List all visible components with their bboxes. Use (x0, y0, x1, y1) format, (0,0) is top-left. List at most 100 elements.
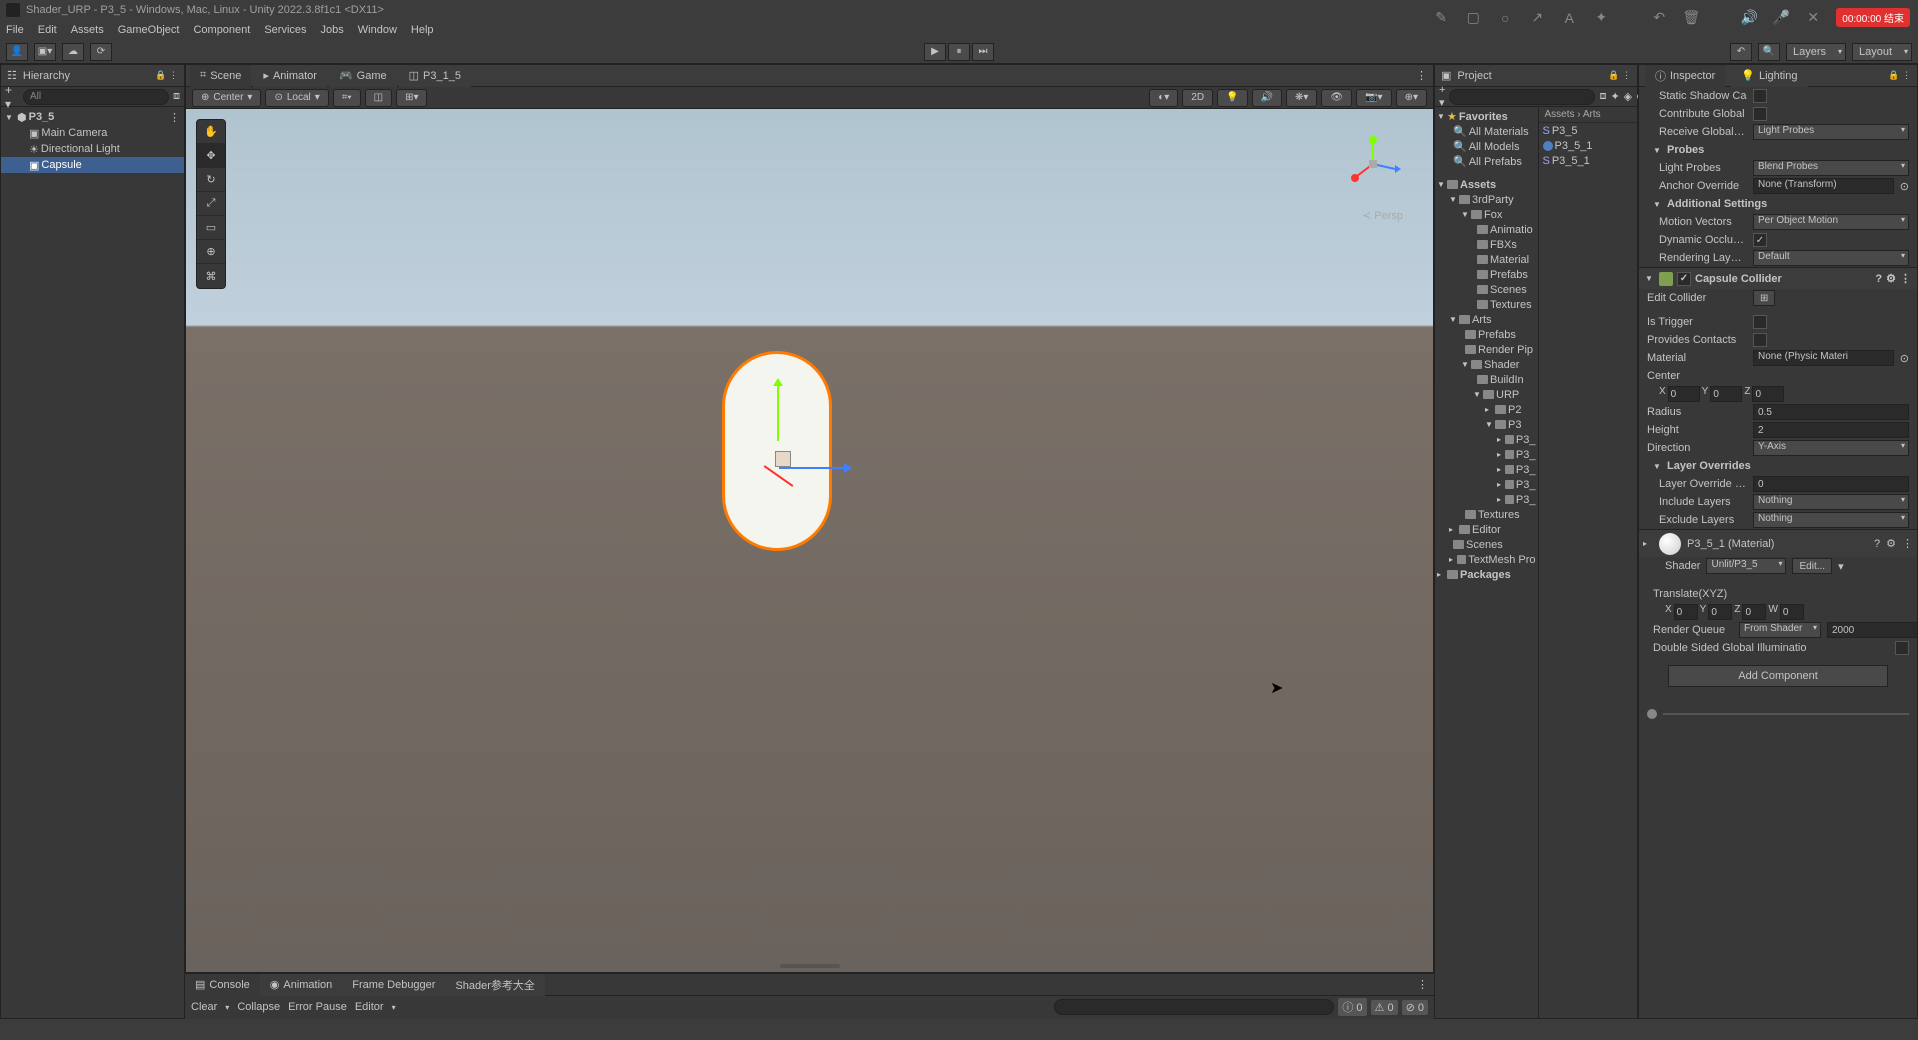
text-icon[interactable]: A (1560, 9, 1578, 27)
preview-slider-handle[interactable] (1647, 709, 1657, 719)
folder-buildin[interactable]: BuildIn (1437, 372, 1536, 387)
recording-badge[interactable]: 00:00:00 结束 (1836, 8, 1910, 27)
fav-all-models[interactable]: 🔍All Models (1437, 139, 1536, 154)
menu-window[interactable]: Window (358, 24, 397, 36)
tab-lighting[interactable]: 💡Lighting (1731, 65, 1807, 87)
folder-scenes[interactable]: Scenes (1437, 282, 1536, 297)
center-x-field[interactable] (1668, 386, 1700, 402)
folder-p3b[interactable]: ▸P3_ (1437, 447, 1536, 462)
scene-menu-icon[interactable]: ⋮ (169, 111, 180, 124)
include-layers-dropdown[interactable]: Nothing (1753, 494, 1909, 510)
menu-component[interactable]: Component (193, 24, 250, 36)
pivot-mode-dropdown[interactable]: ⊕Center▾ (192, 89, 261, 107)
menu-gameobject[interactable]: GameObject (118, 24, 180, 36)
assets-folder[interactable]: ▼Assets (1437, 177, 1536, 192)
exclude-layers-dropdown[interactable]: Nothing (1753, 512, 1909, 528)
material-help-icon[interactable]: ? (1874, 538, 1880, 550)
hierarchy-search[interactable] (23, 89, 169, 105)
hierarchy-item-camera[interactable]: ▣ Main Camera (1, 125, 184, 141)
recv-global-dropdown[interactable]: Light Probes (1753, 124, 1909, 140)
collapse-button[interactable]: Collapse (237, 1001, 280, 1013)
folder-fox[interactable]: ▼Fox (1437, 207, 1536, 222)
layers-dropdown[interactable]: Layers (1786, 43, 1846, 61)
account-icon[interactable]: 👤 (6, 43, 28, 61)
tab-shaderref[interactable]: Shader参考大全 (445, 974, 544, 996)
close-x-icon[interactable]: ✕ (1804, 9, 1822, 27)
menu-edit[interactable]: Edit (38, 24, 57, 36)
trash-icon[interactable]: 🗑 (1682, 9, 1700, 27)
magic-icon[interactable]: ✦ (1592, 9, 1610, 27)
addl-settings-header[interactable]: Additional Settings (1667, 198, 1767, 210)
pencil-icon[interactable]: ✎ (1432, 9, 1450, 27)
gizmos-toggle-icon[interactable]: ⊕▾ (1396, 89, 1427, 107)
is-trigger-checkbox[interactable] (1753, 315, 1767, 329)
editor-dropdown[interactable]: Editor (355, 1001, 384, 1013)
step-button[interactable]: ⏭ (972, 43, 994, 61)
motion-vectors-dropdown[interactable]: Per Object Motion (1753, 214, 1909, 230)
tab-animation[interactable]: ◉Animation (260, 974, 343, 996)
direction-dropdown[interactable]: Y-Axis (1753, 440, 1909, 456)
console-search[interactable] (1054, 999, 1334, 1015)
snap-toggle-icon[interactable]: ⊞▾ (396, 89, 427, 107)
preview-slider-track[interactable] (1663, 713, 1909, 715)
menu-file[interactable]: File (6, 24, 24, 36)
height-field[interactable] (1753, 422, 1909, 438)
hierarchy-filter-icon[interactable]: ⧈ (173, 90, 180, 103)
menu-services[interactable]: Services (264, 24, 306, 36)
center-z-field[interactable] (1752, 386, 1784, 402)
render-queue-number[interactable] (1827, 622, 1917, 638)
tab-scene[interactable]: ⌗Scene (190, 65, 251, 87)
tab-game[interactable]: 🎮Game (329, 65, 397, 87)
folder-3rdparty[interactable]: ▼3rdParty (1437, 192, 1536, 207)
folder-p3c[interactable]: ▸P3_ (1437, 462, 1536, 477)
dyn-occlusion-checkbox[interactable]: ✓ (1753, 233, 1767, 247)
folder-animatio[interactable]: Animatio (1437, 222, 1536, 237)
clear-button[interactable]: Clear (191, 1001, 217, 1013)
transform-tool-icon[interactable]: ⊕ (197, 240, 225, 264)
folder-editor[interactable]: ▸Editor (1437, 522, 1536, 537)
folder-renderpip[interactable]: Render Pip (1437, 342, 1536, 357)
move-tool-icon[interactable]: ✥ (197, 144, 225, 168)
undo-icon[interactable]: ↶ (1650, 9, 1668, 27)
anchor-override-field[interactable]: None (Transform) (1753, 178, 1894, 194)
capsule-gameobject[interactable] (722, 351, 832, 551)
folder-shader[interactable]: ▼Shader (1437, 357, 1536, 372)
folder-p3[interactable]: ▼P3 (1437, 417, 1536, 432)
grid-snap-icon[interactable]: ⌗▾ (333, 89, 361, 107)
asset-p351-shader[interactable]: S P3_5_1 (1539, 153, 1638, 168)
info-count-icon[interactable]: ⓘ 0 (1338, 998, 1366, 1016)
layer-override-pri-field[interactable] (1753, 476, 1909, 492)
gizmo-center[interactable] (775, 451, 791, 467)
physics-material-field[interactable]: None (Physic Materi (1753, 350, 1894, 366)
static-shadow-checkbox[interactable] (1753, 89, 1767, 103)
scene-tabs-menu-icon[interactable]: ⋮ (1416, 69, 1433, 82)
render-queue-dropdown[interactable]: From Shader (1739, 622, 1821, 638)
rect-tool-icon[interactable]: ▭ (197, 216, 225, 240)
fav-all-prefabs[interactable]: 🔍All Prefabs (1437, 154, 1536, 169)
layout-dropdown[interactable]: Layout (1852, 43, 1912, 61)
folder-arts[interactable]: ▼Arts (1437, 312, 1536, 327)
project-lock-icon[interactable]: 🔒 ⋮ (1608, 70, 1631, 81)
project-filter3-icon[interactable]: ◈ (1624, 90, 1632, 103)
draw-mode-icon[interactable]: ◐▾ (1149, 89, 1178, 107)
folder-textures[interactable]: Textures (1437, 297, 1536, 312)
inspector-lock-icon[interactable]: 🔒 ⋮ (1888, 70, 1911, 81)
asset-p351-mat[interactable]: P3_5_1 (1539, 138, 1638, 153)
hierarchy-lock-icon[interactable]: 🔒 ⋮ (155, 70, 178, 81)
viewport-handle[interactable] (780, 964, 840, 968)
layer-overrides-header[interactable]: Layer Overrides (1667, 460, 1751, 472)
custom-tool-icon[interactable]: ⌘ (197, 264, 225, 288)
material-picker-icon[interactable]: ⊙ (1900, 352, 1909, 365)
translate-y-field[interactable] (1708, 604, 1732, 620)
shader-menu-icon[interactable]: ▾ (1838, 560, 1844, 573)
light-probes-dropdown[interactable]: Blend Probes (1753, 160, 1909, 176)
collider-menu-icon[interactable]: ⋮ (1900, 272, 1911, 285)
rotate-tool-icon[interactable]: ↻ (197, 168, 225, 192)
hierarchy-item-capsule[interactable]: ▣ Capsule (1, 157, 184, 173)
folder-fbxs[interactable]: FBXs (1437, 237, 1536, 252)
hand-tool-icon[interactable]: ✋ (197, 120, 225, 144)
gizmo-x-axis[interactable] (779, 467, 849, 469)
history-icon[interactable]: ⟳ (90, 43, 112, 61)
fav-all-materials[interactable]: 🔍All Materials (1437, 124, 1536, 139)
snap-increment-icon[interactable]: ◫ (365, 89, 392, 107)
